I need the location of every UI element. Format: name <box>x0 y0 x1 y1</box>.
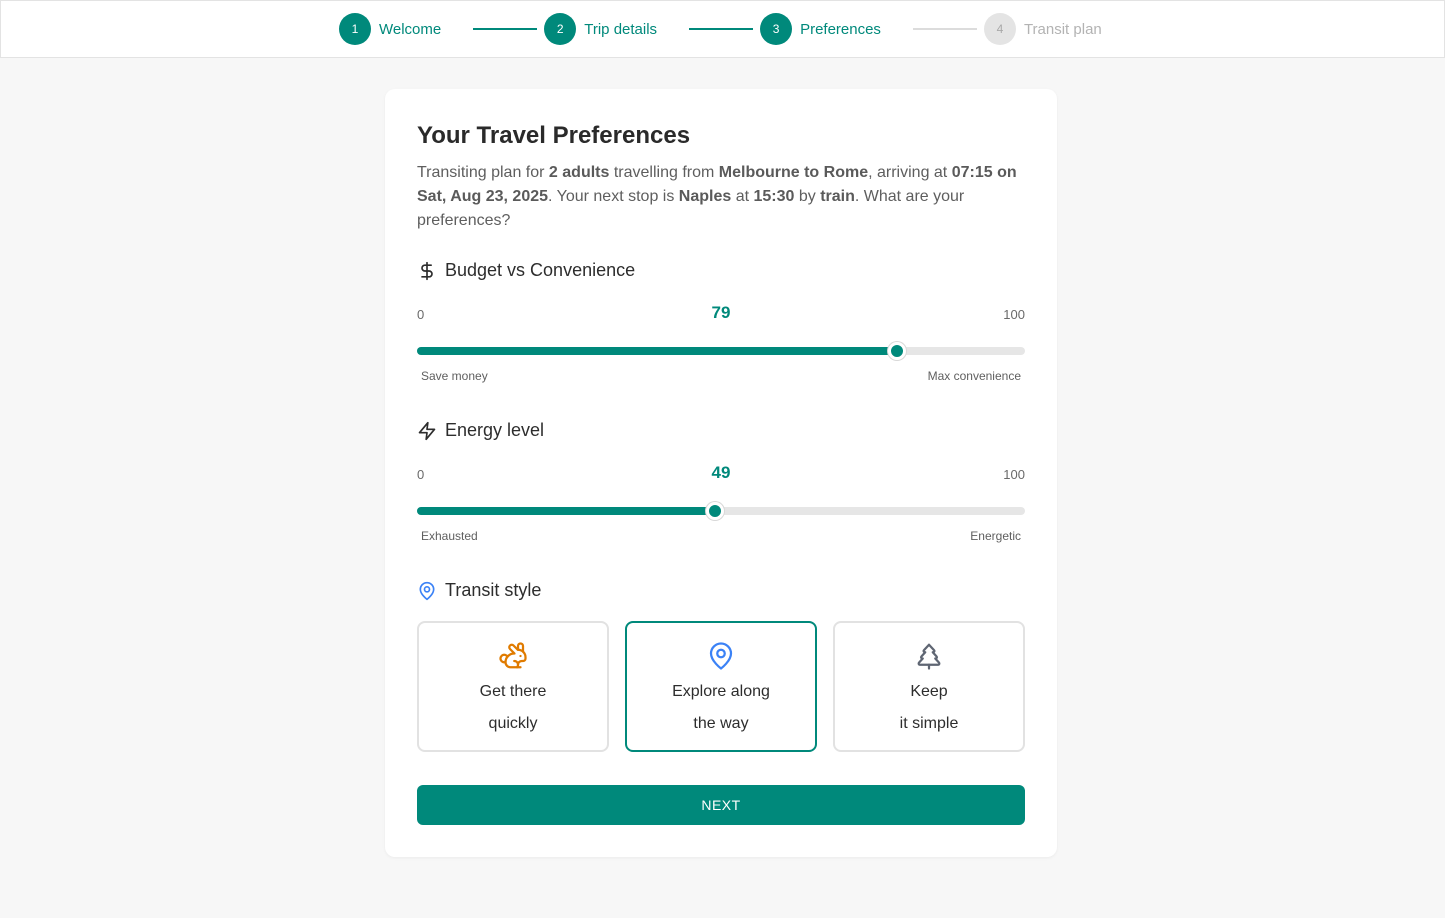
budget-slider-fill <box>417 347 898 355</box>
option-title: Explore along <box>672 683 770 700</box>
step-label: Welcome <box>379 20 442 38</box>
option-get-there-quickly[interactable]: Get there quickly <box>417 621 609 752</box>
tree-icon <box>835 641 1023 671</box>
trip-summary: Transiting plan for 2 adults travelling … <box>417 161 1029 233</box>
transit-style-header: Transit style <box>417 580 541 601</box>
route: Melbourne to Rome <box>718 164 869 181</box>
energy-label: Energy level <box>445 420 545 440</box>
step-connector <box>473 28 538 30</box>
intro-text: . Your next stop is <box>548 188 679 205</box>
exhausted-caption: Exhausted <box>421 529 478 543</box>
progress-header: 1 Welcome 2 Trip details 3 Preferences 4… <box>0 0 1445 58</box>
map-pin-icon <box>417 581 437 601</box>
option-subtitle: it simple <box>899 715 959 732</box>
budget-label: Budget vs Convenience <box>445 260 636 280</box>
max-convenience-caption: Max convenience <box>927 369 1021 383</box>
step-trip-details[interactable]: 2 Trip details <box>544 13 657 45</box>
budget-range-row: 0 79 100 <box>417 303 1025 327</box>
option-explore-along-the-way[interactable]: Explore along the way <box>625 621 817 752</box>
energy-value: 49 <box>711 463 731 482</box>
next-button[interactable]: NEXT <box>417 785 1025 825</box>
step-welcome[interactable]: 1 Welcome <box>339 13 441 45</box>
map-pin-icon <box>627 641 815 671</box>
transit-style-options: Get there quickly Explore along the way … <box>417 621 1025 753</box>
energy-max: 100 <box>1003 467 1025 482</box>
step-connector <box>689 28 754 30</box>
lightning-icon <box>417 421 437 441</box>
page-title: Your Travel Preferences <box>417 122 691 149</box>
transit-style-label: Transit style <box>445 580 542 600</box>
intro-text: travelling from <box>609 164 719 181</box>
budget-slider[interactable] <box>417 342 1025 360</box>
step-transit-plan: 4 Transit plan <box>983 13 1102 45</box>
departure-time: 15:30 <box>753 188 795 205</box>
option-keep-it-simple[interactable]: Keep it simple <box>833 621 1025 752</box>
budget-section-header: Budget vs Convenience <box>417 260 635 281</box>
travellers: 2 adults <box>548 164 610 181</box>
intro-text: Transiting plan for <box>417 164 549 181</box>
step-number: 1 <box>339 13 371 45</box>
energy-range-row: 0 49 100 <box>417 463 1025 487</box>
option-title: Get there <box>479 683 547 700</box>
transport-mode: train <box>820 188 855 205</box>
budget-max: 100 <box>1003 307 1025 322</box>
option-title: Keep <box>910 683 948 700</box>
intro-text: , arriving at <box>868 164 952 181</box>
step-label: Trip details <box>584 20 658 38</box>
step-label: Transit plan <box>1023 20 1102 38</box>
intro-text: at <box>731 188 754 205</box>
step-label: Preferences <box>800 20 881 38</box>
intro-text: by <box>794 188 821 205</box>
dollar-icon <box>417 261 437 281</box>
rabbit-icon <box>419 641 607 671</box>
stepper: 1 Welcome 2 Trip details 3 Preferences 4… <box>339 13 1102 45</box>
save-money-caption: Save money <box>421 369 488 383</box>
budget-value: 79 <box>711 303 731 322</box>
option-subtitle: quickly <box>488 715 538 732</box>
energy-slider-fill <box>417 507 715 515</box>
step-number: 4 <box>983 13 1016 45</box>
step-number: 2 <box>544 13 577 45</box>
energy-slider-thumb[interactable] <box>705 502 724 520</box>
preferences-card: Your Travel Preferences Transiting plan … <box>385 89 1057 857</box>
step-preferences[interactable]: 3 Preferences <box>760 13 881 45</box>
step-number: 3 <box>760 13 793 45</box>
next-stop: Naples <box>678 188 732 205</box>
energy-section-header: Energy level <box>417 420 544 441</box>
budget-slider-thumb[interactable] <box>888 342 907 360</box>
step-connector <box>912 28 977 30</box>
option-subtitle: the way <box>693 715 749 732</box>
energetic-caption: Energetic <box>970 529 1021 543</box>
energy-slider[interactable] <box>417 502 1025 520</box>
